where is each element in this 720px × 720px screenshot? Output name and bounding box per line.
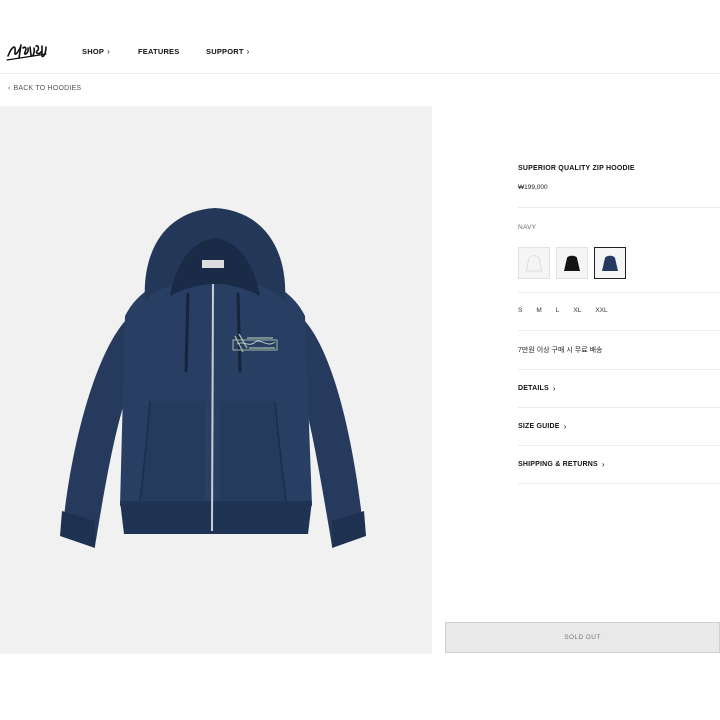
divider	[518, 445, 720, 446]
divider	[518, 292, 720, 293]
brand-logo[interactable]	[6, 36, 48, 64]
size-option-xxl[interactable]: XXL	[595, 307, 607, 314]
hoodie-thumbnail-black	[564, 255, 580, 271]
nav-support[interactable]: SUPPORT ›	[206, 47, 250, 56]
divider	[518, 407, 720, 408]
product-price: ₩199,000	[518, 184, 548, 191]
accordion-details-label: DETAILS	[518, 385, 549, 392]
divider	[518, 483, 720, 484]
accordion-details[interactable]: DETAILS ›	[518, 384, 556, 393]
back-to-hoodies-link[interactable]: ‹ BACK TO HOODIES	[8, 85, 81, 92]
swatch-white[interactable]	[518, 247, 550, 279]
chevron-right-icon: ›	[552, 384, 556, 393]
size-option-xl[interactable]: XL	[573, 307, 581, 314]
product-image-panel	[0, 106, 432, 654]
product-title: SUPERIOR QUALITY ZIP HOODIE	[518, 165, 635, 172]
top-navigation-bar: SHOP › FEATURES SUPPORT ›	[0, 0, 720, 74]
chevron-right-icon: ›	[563, 422, 567, 431]
nav-support-label: SUPPORT	[206, 47, 244, 56]
hoodie-thumbnail-white	[525, 255, 543, 272]
divider	[518, 207, 720, 208]
accordion-size-guide[interactable]: SIZE GUIDE ›	[518, 422, 567, 431]
size-option-s[interactable]: S	[518, 307, 522, 314]
nav-shop-label: SHOP	[82, 47, 105, 56]
hoodie-thumbnail-navy	[602, 255, 618, 271]
size-option-l[interactable]: L	[556, 307, 560, 314]
product-image	[60, 208, 366, 548]
selected-color-label: NAVY	[518, 224, 537, 231]
swatch-black[interactable]	[556, 247, 588, 279]
accordion-size-guide-label: SIZE GUIDE	[518, 423, 560, 430]
back-link-label: BACK TO HOODIES	[13, 85, 82, 92]
nav-features[interactable]: FEATURES	[138, 47, 179, 56]
sold-out-button[interactable]: SOLD OUT	[445, 622, 720, 653]
accordion-shipping-returns-label: SHIPPING & RETURNS	[518, 461, 598, 468]
chevron-right-icon: ›	[601, 460, 605, 469]
divider	[518, 369, 720, 370]
swatch-navy[interactable]	[594, 247, 626, 279]
nav-features-label: FEATURES	[138, 47, 180, 56]
size-selector: S M L XL XXL	[518, 307, 622, 314]
chevron-right-icon: ›	[107, 47, 110, 56]
chevron-left-icon: ‹	[8, 85, 11, 92]
chevron-right-icon: ›	[246, 47, 250, 56]
size-option-m[interactable]: M	[536, 307, 541, 314]
accordion-shipping-returns[interactable]: SHIPPING & RETURNS ›	[518, 460, 605, 469]
shipping-notice: 7만원 이상 구매 시 무료 배송	[518, 347, 603, 354]
divider	[518, 330, 720, 331]
nav-shop[interactable]: SHOP ›	[82, 47, 110, 56]
